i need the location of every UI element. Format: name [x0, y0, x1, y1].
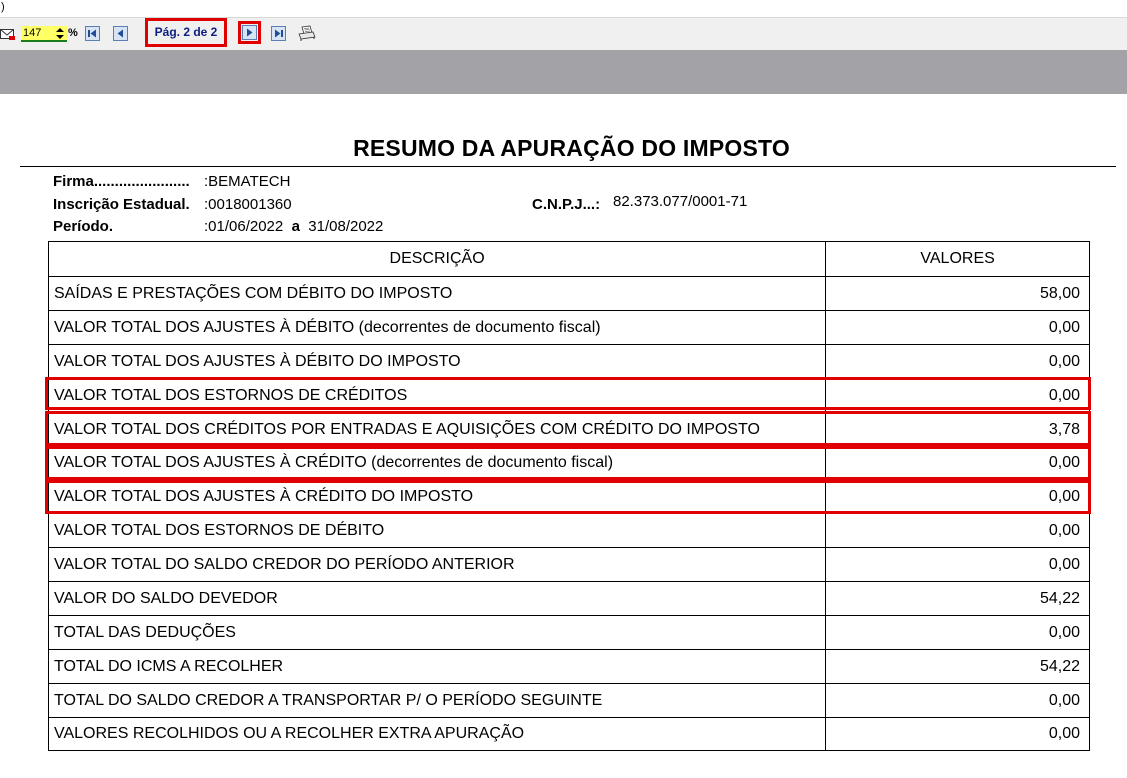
next-page-button[interactable]: [238, 21, 261, 44]
table-row: TOTAL DO SALDO CREDOR A TRANSPORTAR P/ O…: [47, 683, 1090, 718]
row-value: 58,00: [825, 276, 1090, 311]
column-header-valores: VALORES: [825, 241, 1090, 277]
table-header-row: DESCRIÇÃO VALORES: [47, 241, 1090, 277]
viewer-gray-band: [0, 50, 1127, 94]
cnpj-value: 82.373.077/0001-71: [613, 193, 748, 210]
print-icon[interactable]: [298, 25, 316, 42]
row-value: 0,00: [825, 310, 1090, 345]
row-value: 54,22: [825, 649, 1090, 684]
firma-value: :BEMATECH: [204, 173, 291, 190]
row-description: SAÍDAS E PRESTAÇÕES COM DÉBITO DO IMPOST…: [47, 276, 827, 311]
row-description: VALOR TOTAL DOS AJUSTES À DÉBITO (decorr…: [47, 310, 827, 345]
title-divider: [20, 166, 1116, 167]
row-description: TOTAL DAS DEDUÇÕES: [47, 615, 827, 650]
row-description: VALORES RECOLHIDOS OU A RECOLHER EXTRA A…: [47, 717, 827, 751]
periodo-value: :01/06/2022 a 31/08/2022: [204, 218, 384, 235]
row-description: VALOR DO SALDO DEVEDOR: [47, 581, 827, 616]
first-page-icon[interactable]: [85, 26, 100, 41]
periodo-label: Período.: [53, 218, 114, 235]
row-description: TOTAL DO ICMS A RECOLHER: [47, 649, 827, 684]
row-value: 0,00: [825, 344, 1090, 379]
cnpj-label: C.N.P.J...:: [532, 196, 601, 213]
ie-value: :0018001360: [204, 196, 292, 213]
row-value: 0,00: [825, 513, 1090, 548]
row-value: 54,22: [825, 581, 1090, 616]
table-row: VALORES RECOLHIDOS OU A RECOLHER EXTRA A…: [47, 717, 1090, 751]
table-row: SAÍDAS E PRESTAÇÕES COM DÉBITO DO IMPOST…: [47, 276, 1090, 311]
next-page-icon: [242, 25, 257, 40]
top-strip: ): [0, 0, 1127, 18]
table-row: VALOR DO SALDO DEVEDOR 54,22: [47, 581, 1090, 616]
table-row: VALOR TOTAL DOS AJUSTES À DÉBITO DO IMPO…: [47, 344, 1090, 379]
row-value: 0,00: [825, 683, 1090, 718]
row-description: VALOR TOTAL DOS AJUSTES À CRÉDITO DO IMP…: [47, 479, 827, 514]
table-row: VALOR TOTAL DOS AJUSTES À CRÉDITO DO IMP…: [47, 479, 1090, 514]
row-description: VALOR TOTAL DO SALDO CREDOR DO PERÍODO A…: [47, 547, 827, 582]
table-row: VALOR TOTAL DOS AJUSTES À DÉBITO (decorr…: [47, 310, 1090, 345]
firma-label: Firma.......................: [53, 173, 190, 190]
row-description: VALOR TOTAL DOS ESTORNOS DE DÉBITO: [47, 513, 827, 548]
table-row: TOTAL DAS DEDUÇÕES 0,00: [47, 615, 1090, 650]
row-value: 0,00: [825, 547, 1090, 582]
mail-icon[interactable]: [0, 27, 16, 41]
row-description: VALOR TOTAL DOS AJUSTES À DÉBITO DO IMPO…: [47, 344, 827, 379]
row-description: VALOR TOTAL DOS CRÉDITOS POR ENTRADAS E …: [47, 412, 827, 447]
zoom-spinner-icon[interactable]: [55, 27, 65, 40]
page-indicator: Pág. 2 de 2: [145, 18, 227, 47]
row-value: 0,00: [825, 717, 1090, 751]
zoom-percent-label: %: [68, 27, 78, 39]
ie-label: Inscrição Estadual.: [53, 196, 190, 213]
previous-page-icon[interactable]: [113, 26, 128, 41]
row-value: 0,00: [825, 378, 1090, 413]
table-row: VALOR TOTAL DO SALDO CREDOR DO PERÍODO A…: [47, 547, 1090, 582]
zoom-value: 147: [23, 27, 42, 39]
column-header-descricao: DESCRIÇÃO: [47, 241, 827, 277]
report-viewer-toolbar: 147 % Pág. 2 de 2: [0, 18, 1127, 50]
row-value: 3,78: [825, 412, 1090, 447]
last-page-icon[interactable]: [271, 26, 286, 41]
row-description: VALOR TOTAL DOS ESTORNOS DE CRÉDITOS: [47, 378, 827, 413]
table-row: VALOR TOTAL DOS ESTORNOS DE DÉBITO 0,00: [47, 513, 1090, 548]
row-value: 0,00: [825, 615, 1090, 650]
zoom-input[interactable]: 147: [21, 26, 67, 42]
table-row: VALOR TOTAL DOS AJUSTES À CRÉDITO (decor…: [47, 446, 1090, 480]
table-row: VALOR TOTAL DOS CRÉDITOS POR ENTRADAS E …: [47, 412, 1090, 447]
table-row: VALOR TOTAL DOS ESTORNOS DE CRÉDITOS 0,00: [47, 378, 1090, 413]
report-title: RESUMO DA APURAÇÃO DO IMPOSTO: [353, 135, 790, 161]
row-value: 0,00: [825, 479, 1090, 514]
row-description: TOTAL DO SALDO CREDOR A TRANSPORTAR P/ O…: [47, 683, 827, 718]
row-description: VALOR TOTAL DOS AJUSTES À CRÉDITO (decor…: [47, 446, 827, 480]
apuracao-table: DESCRIÇÃO VALORES SAÍDAS E PRESTAÇÕES CO…: [47, 241, 1090, 751]
row-value: 0,00: [825, 446, 1090, 480]
table-row: TOTAL DO ICMS A RECOLHER 54,22: [47, 649, 1090, 684]
